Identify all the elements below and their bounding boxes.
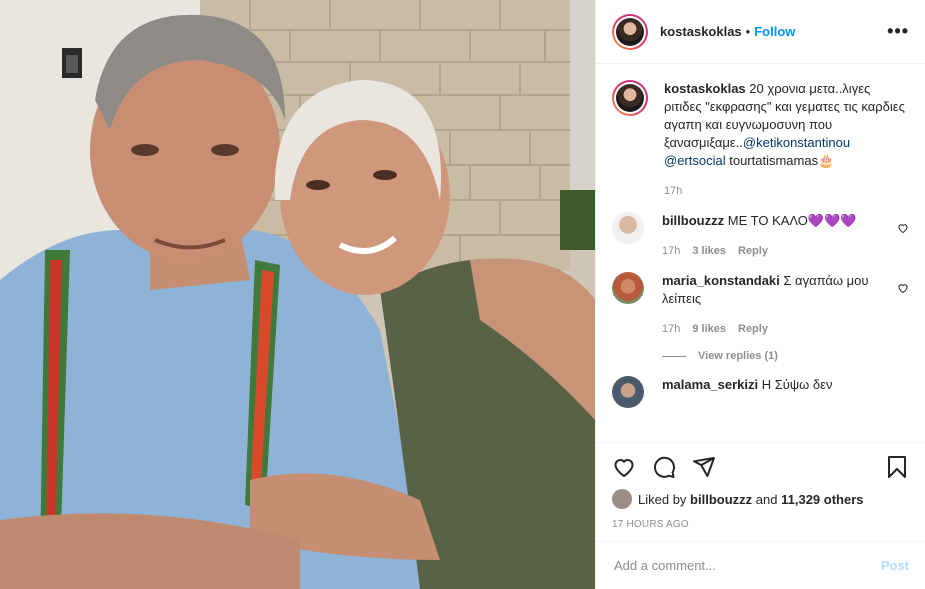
caption-username[interactable]: kostaskoklas — [664, 81, 746, 96]
caption-avatar[interactable] — [612, 80, 648, 116]
author-username[interactable]: kostaskoklas — [660, 24, 742, 39]
comment-likes[interactable]: 9 likes — [692, 320, 726, 338]
comment-text: ΜΕ ΤΟ ΚΑΛΟ💜💜💜 — [727, 213, 857, 228]
action-icons — [612, 451, 909, 483]
commenter-avatar[interactable] — [612, 376, 644, 408]
like-comment-heart-icon[interactable] — [897, 222, 909, 234]
commenter-avatar[interactable] — [612, 272, 644, 304]
comment-text: Η Σύψω δεν — [761, 377, 833, 392]
separator-dot: • — [745, 24, 751, 39]
more-options-icon[interactable]: ••• — [887, 21, 909, 42]
add-comment-input[interactable] — [612, 557, 881, 574]
post-comment-button[interactable]: Post — [881, 558, 909, 573]
likes-others-link[interactable]: 11,329 others — [781, 492, 863, 507]
like-heart-icon[interactable] — [612, 455, 636, 479]
view-replies-label: View replies (1) — [698, 350, 778, 362]
post-sidebar: kostaskoklas • Follow ••• kostaskoklas 2… — [595, 0, 925, 589]
liker-avatar[interactable] — [612, 489, 632, 509]
like-comment-heart-icon[interactable] — [897, 282, 909, 294]
comment-icon[interactable] — [652, 455, 676, 479]
post-actions: Liked by billbouzzz and 11,329 others 17… — [596, 442, 925, 530]
avatar[interactable] — [612, 13, 648, 50]
commenter-avatar[interactable] — [612, 212, 644, 244]
likes-summary: Liked by billbouzzz and 11,329 others — [612, 489, 909, 509]
comment-username[interactable]: malama_serkizi — [662, 377, 758, 392]
mention-link[interactable]: @ertsocial — [664, 153, 726, 168]
reply-button[interactable]: Reply — [738, 242, 768, 260]
comment-time[interactable]: 17h — [662, 320, 680, 338]
follow-button[interactable]: Follow — [754, 24, 795, 39]
comment-item: billbouzzz ΜΕ ΤΟ ΚΑΛΟ💜💜💜 17h 3 likes Rep… — [612, 212, 909, 260]
liked-by-and: and — [755, 491, 778, 507]
view-replies-button[interactable]: View replies (1) — [662, 350, 909, 362]
comments-list[interactable]: kostaskoklas 20 χρονια μετα..λιγες ριτιδ… — [596, 64, 925, 442]
post-timestamp[interactable]: 17 HOURS AGO — [612, 519, 909, 530]
comment-body: malama_serkizi Η Σύψω δεν — [662, 376, 909, 394]
comment-likes[interactable]: 3 likes — [692, 242, 726, 260]
caption-body: kostaskoklas 20 χρονια μετα..λιγες ριτιδ… — [664, 80, 909, 200]
add-comment-bar: Post — [596, 541, 925, 589]
reply-button[interactable]: Reply — [738, 320, 768, 338]
comment-time[interactable]: 17h — [662, 242, 680, 260]
comment-item: malama_serkizi Η Σύψω δεν — [612, 376, 909, 408]
mention-link[interactable]: @ketikonstantinou — [743, 135, 850, 150]
caption-tail: tourtatismamas🎂 — [729, 153, 835, 168]
replies-line — [662, 355, 686, 357]
post-image — [0, 0, 595, 589]
comment-username[interactable]: billbouzzz — [662, 213, 724, 228]
caption-avatar-image — [616, 84, 644, 112]
save-bookmark-icon[interactable] — [885, 455, 909, 479]
comment-body: billbouzzz ΜΕ ΤΟ ΚΑΛΟ💜💜💜 17h 3 likes Rep… — [662, 212, 897, 260]
liked-by-prefix: Liked by — [638, 491, 687, 507]
avatar-image — [616, 17, 644, 46]
caption: kostaskoklas 20 χρονια μετα..λιγες ριτιδ… — [612, 80, 909, 200]
post-photo[interactable] — [0, 0, 595, 589]
comment-body: maria_konstandaki Σ αγαπάω μου λείπεις 1… — [662, 272, 897, 338]
caption-time[interactable]: 17h — [664, 182, 682, 200]
post-header: kostaskoklas • Follow ••• — [596, 0, 925, 64]
comment-username[interactable]: maria_konstandaki — [662, 273, 780, 288]
liker-username[interactable]: billbouzzz — [690, 492, 752, 507]
comment-item: maria_konstandaki Σ αγαπάω μου λείπεις 1… — [612, 272, 909, 338]
share-icon[interactable] — [692, 455, 716, 479]
